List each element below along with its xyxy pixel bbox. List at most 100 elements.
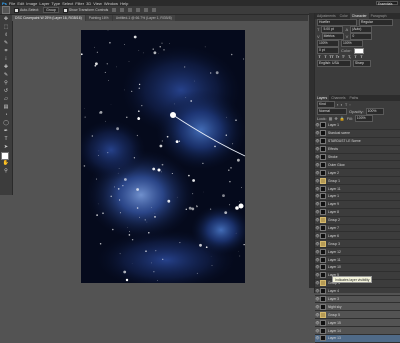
layer-row[interactable]: 👁Layer 11 [315,256,400,264]
move-tool-icon[interactable]: ✥ [2,16,10,23]
layer-row[interactable]: 👁Effects [315,146,400,154]
layer-row[interactable]: 👁Layer 1 [315,193,400,201]
path-select-tool-icon[interactable]: ➤ [2,144,10,151]
all-caps-button[interactable]: TT [329,55,334,59]
filter-shape-icon[interactable]: ▫ [349,102,350,107]
zoom-tool-icon[interactable]: ⚲ [2,168,10,175]
lasso-tool-icon[interactable]: ℓ [2,32,10,39]
layer-filter-dropdown[interactable]: Kind [317,101,335,108]
blur-tool-icon[interactable]: ◔ [2,112,10,119]
document-tab[interactable]: DSC Coverpaint W 25% (Layer 16, RGB/16) [12,15,85,21]
move-tool-preset-icon[interactable] [2,6,10,14]
superscript-button[interactable]: T' [341,55,346,59]
text-color-swatch[interactable] [354,48,364,54]
horizontal-scale-field[interactable]: 100% [341,40,363,47]
layer-row[interactable]: 👁Layer 1 [315,122,400,130]
eyedropper-tool-icon[interactable]: ⅰ [2,56,10,63]
eraser-tool-icon[interactable]: ▱ [2,96,10,103]
faux-italic-button[interactable]: T [323,55,328,59]
underline-button[interactable]: T [353,55,358,59]
document-tab[interactable]: Painting 16% [86,15,112,21]
align-middle-icon[interactable] [120,8,124,12]
history-tool-icon[interactable]: ↺ [2,88,10,95]
filter-pixel-icon[interactable]: ▪ [337,102,338,107]
menu-item-layer[interactable]: Layer [39,1,49,6]
show-transform-controls-checkbox[interactable]: Show Transform Controls [63,8,109,13]
dodge-tool-icon[interactable]: ◯ [2,120,10,127]
layer-row[interactable]: 👁Layer 8 [315,209,400,217]
layer-row[interactable]: 👁Layer 3 [315,296,400,304]
menu-item-edit[interactable]: Edit [17,1,24,6]
auto-select-target-dropdown[interactable]: Group [43,7,59,13]
tracking-field[interactable]: 0 [350,33,372,40]
kerning-field[interactable]: Metrics [322,33,344,40]
menu-item-type[interactable]: Type [51,1,60,6]
layer-row[interactable]: 👁Layer 9 [315,201,400,209]
document-tab[interactable]: Untitled-1 @ 66.7% (Layer 1, RGB/8) [113,15,175,21]
layer-group-row[interactable]: 👁Group 3 [315,240,400,248]
filter-adjustment-icon[interactable]: ◐ [340,102,342,107]
language-field[interactable]: English: USA [317,60,351,67]
layer-row[interactable]: 👁Layer 13 [315,335,400,343]
align-bottom-icon[interactable] [128,8,132,12]
menu-item-window[interactable]: Window [104,1,118,6]
filter-type-icon[interactable]: T [345,102,347,107]
lock-pixels-icon[interactable]: ▦ [329,116,333,121]
panel-tab-color[interactable]: Color [338,13,350,19]
panel-tab-character[interactable]: Character [350,13,369,19]
foreground-color-swatch[interactable] [1,152,9,160]
layer-row[interactable]: 👁Layer 12 [315,248,400,256]
layer-row[interactable]: 👁Layer 14 [315,327,400,335]
layer-row[interactable]: 👁Layer 15 [315,319,400,327]
layer-row[interactable]: 👁STARDUST LE Scene [315,138,400,146]
panel-tab-layers[interactable]: Layers [315,95,329,101]
align-left-icon[interactable] [136,8,140,12]
layer-group-row[interactable]: 👁Group 2 [315,217,400,225]
layer-row[interactable]: 👁Layer 11 [315,185,400,193]
fill-field[interactable]: 100% [355,115,373,122]
panel-tab-paragraph[interactable]: Paragraph [369,13,389,19]
align-center-icon[interactable] [144,8,148,12]
panel-tab-adjustments[interactable]: Adjustments [315,13,338,19]
layer-row[interactable]: 👁Layer 7 [315,225,400,233]
vertical-scale-field[interactable]: 100% [317,40,339,47]
align-top-icon[interactable] [112,8,116,12]
layer-row[interactable]: 👁Layer 4 [315,288,400,296]
auto-select-checkbox[interactable]: Auto-Select: [14,8,39,13]
layer-row[interactable]: 👁Layer 2 [315,169,400,177]
layer-row[interactable]: 👁Layer 6 [315,232,400,240]
layer-row[interactable]: 👁Night sky [315,303,400,311]
menu-item-file[interactable]: File [9,1,15,6]
layer-row[interactable]: 👁Layer 10 [315,264,400,272]
antialias-field[interactable]: Sharp [353,60,371,67]
gradient-tool-icon[interactable]: ▤ [2,104,10,111]
quick-select-tool-icon[interactable]: ✎ [2,40,10,47]
crop-tool-icon[interactable]: ⌗ [2,48,10,55]
layer-row[interactable]: 👁Stroke [315,154,400,162]
document-canvas[interactable] [81,30,245,283]
font-style-field[interactable]: Regular [359,19,393,26]
layer-group-row[interactable]: 👁Group 5 [315,311,400,319]
blend-mode-dropdown[interactable]: Normal [317,108,347,115]
menu-item-image[interactable]: Image [26,1,37,6]
clone-tool-icon[interactable]: ⚲ [2,80,10,87]
lock-position-icon[interactable]: ✥ [334,116,337,121]
panel-tab-paths[interactable]: Paths [348,95,361,101]
baseline-shift-field[interactable]: 0 pt [317,47,339,54]
layer-row[interactable]: 👁Stardust scene [315,130,400,138]
type-tool-icon[interactable]: T [2,136,10,143]
layer-row[interactable]: 👁Outer Glow [315,161,400,169]
workspace-switcher[interactable]: Essentials [376,1,398,6]
menu-item-select[interactable]: Select [62,1,73,6]
faux-bold-button[interactable]: T [317,55,322,59]
small-caps-button[interactable]: Tr [335,55,340,59]
layer-group-row[interactable]: 👁Group 1 [315,177,400,185]
font-size-field[interactable]: 5.00 pt [321,26,343,33]
strikethrough-button[interactable]: T [359,55,364,59]
marquee-tool-icon[interactable]: ⬚ [2,24,10,31]
opacity-field[interactable]: 100% [366,108,384,115]
font-family-field[interactable]: Hoefler [317,19,357,26]
menu-item-3d[interactable]: 3D [86,1,91,6]
menu-item-filter[interactable]: Filter [75,1,84,6]
pen-tool-icon[interactable]: ✒ [2,128,10,135]
